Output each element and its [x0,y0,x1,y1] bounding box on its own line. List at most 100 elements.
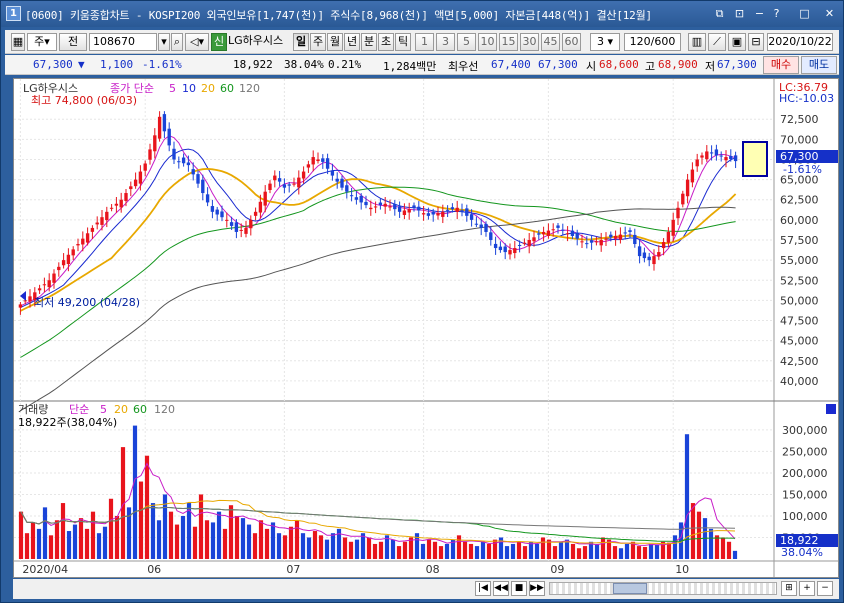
volume-bar [402,541,408,559]
minute-select[interactable]: 3 ▾ [590,33,620,51]
ma-10-label: 10 [182,82,196,95]
volume-bar [516,541,522,559]
save-icon[interactable]: ▣ [728,33,746,51]
stop-icon[interactable]: ■ [511,581,527,596]
candle-body [321,158,325,162]
high-label: 고 [645,60,656,73]
selection-box[interactable] [742,141,768,177]
minute-button-3[interactable]: 3 [436,33,455,51]
scroll-track[interactable] [549,582,777,595]
scroll-forward-icon[interactable]: ▶▶ [529,581,545,596]
pin-icon[interactable]: ⊡ [732,6,747,21]
vol-ma-5-label: 5 [100,403,107,416]
candle-body [729,155,733,160]
minimize-icon[interactable]: − [752,6,767,21]
volume-bar [306,537,312,559]
close-icon[interactable]: ✕ [822,6,837,21]
restore-icon[interactable]: ⧉ [712,6,727,21]
scroll-back-icon[interactable]: ◀◀ [493,581,509,596]
candle-body [541,231,546,235]
candle-body [153,135,157,152]
volume-bar [582,546,588,559]
candle-body [249,219,253,229]
draw-icon[interactable]: ⟋ [708,33,726,51]
period-button-4[interactable]: 분 [361,33,377,51]
maximize-icon[interactable]: □ [797,6,812,21]
scroll-thumb[interactable] [613,583,647,594]
candle-body [76,244,80,246]
candle-body [129,186,133,190]
period-button-2[interactable]: 월 [327,33,343,51]
window-title: [0600] 키움종합차트 - KOSPI200 외국인보유[1,747(천)]… [25,9,652,22]
date-field[interactable]: 2020/10/22 [767,33,833,51]
code-input[interactable]: 108670 [89,33,157,51]
period-button-5[interactable]: 초 [378,33,394,51]
minute-button-45[interactable]: 45 [541,33,560,51]
volume-bar [534,543,540,559]
candle-body [493,243,498,249]
volume-tick-label: 300,000 [782,424,828,437]
volume-bar [666,542,672,559]
ma-20-label: 20 [201,82,215,95]
count-field[interactable]: 120/600 [624,33,681,51]
low-note: 최저 49,200 (04/28) [34,296,140,309]
buy-button[interactable]: 매수 [763,56,799,74]
price-tick-label: 57,500 [780,234,819,247]
grid-icon[interactable]: ▦ [11,33,25,51]
scroll-start-icon[interactable]: |◀ [475,581,491,596]
ma-120-label: 120 [239,82,260,95]
candle-body [585,243,589,245]
volume-bar [690,503,696,559]
minute-button-60[interactable]: 60 [562,33,581,51]
sell-button[interactable]: 매도 [801,56,837,74]
title-bar: 1 [0600] 키움종합차트 - KOSPI200 외국인보유[1,747(천… [1,1,843,27]
candle-body [417,206,421,211]
candle-body [330,170,335,176]
volume-bar [696,511,702,559]
x-tick-label: 09 [550,563,564,576]
candle-body [436,213,440,216]
candle-body [570,230,575,236]
credit-badge[interactable]: 신 [211,33,227,51]
low-value: 67,300 [717,58,757,71]
candle-body [57,266,61,271]
period-button-3[interactable]: 년 [344,33,360,51]
code-dropdown-icon[interactable]: ▾ [158,33,170,51]
settings-icon[interactable]: ⊟ [748,33,764,51]
speaker-icon[interactable]: ◁▾ [185,33,209,51]
zoom-in-icon[interactable]: + [799,581,815,596]
volume-bar [378,541,384,559]
volume-bar [132,425,138,559]
market-select[interactable]: 주▾ [27,33,57,51]
period-button-1[interactable]: 주 [310,33,326,51]
price-tick-label: 60,000 [780,214,819,227]
candle-body [253,211,258,216]
help-icon[interactable]: ? [769,6,784,21]
volume-bar [618,548,624,559]
minute-button-30[interactable]: 30 [520,33,539,51]
quote-turnover: 0.21% [328,58,362,71]
candle-body [613,235,618,239]
panel-toggle-icon[interactable] [826,404,836,414]
minute-button-15[interactable]: 15 [499,33,518,51]
zoom-out-icon[interactable]: − [817,581,833,596]
volume-bar [390,539,396,559]
chart-area[interactable]: 40,000 42,500 45,000 47,500 50,000 52,500 55,0… [13,78,839,578]
prev-button[interactable]: 전 [59,33,87,51]
search-icon[interactable]: ⌕ [171,33,183,51]
candle-icon[interactable]: ▥ [688,33,706,51]
period-button-6[interactable]: 틱 [395,33,411,51]
minute-button-10[interactable]: 10 [478,33,497,51]
volume-bar [288,526,294,559]
minute-button-1[interactable]: 1 [415,33,434,51]
period-button-0[interactable]: 일 [293,33,309,51]
price-tick-label: 52,500 [780,274,819,287]
candle-body [628,230,632,232]
status-bar: |◀ ◀◀ ■ ▶▶ ⊞ + − [13,579,839,599]
volume-bar [510,543,516,559]
candle-body [378,202,383,206]
split-icon[interactable]: ⊞ [781,581,797,596]
candle-body [431,211,435,215]
candle-body [81,238,85,245]
minute-button-5[interactable]: 5 [457,33,476,51]
